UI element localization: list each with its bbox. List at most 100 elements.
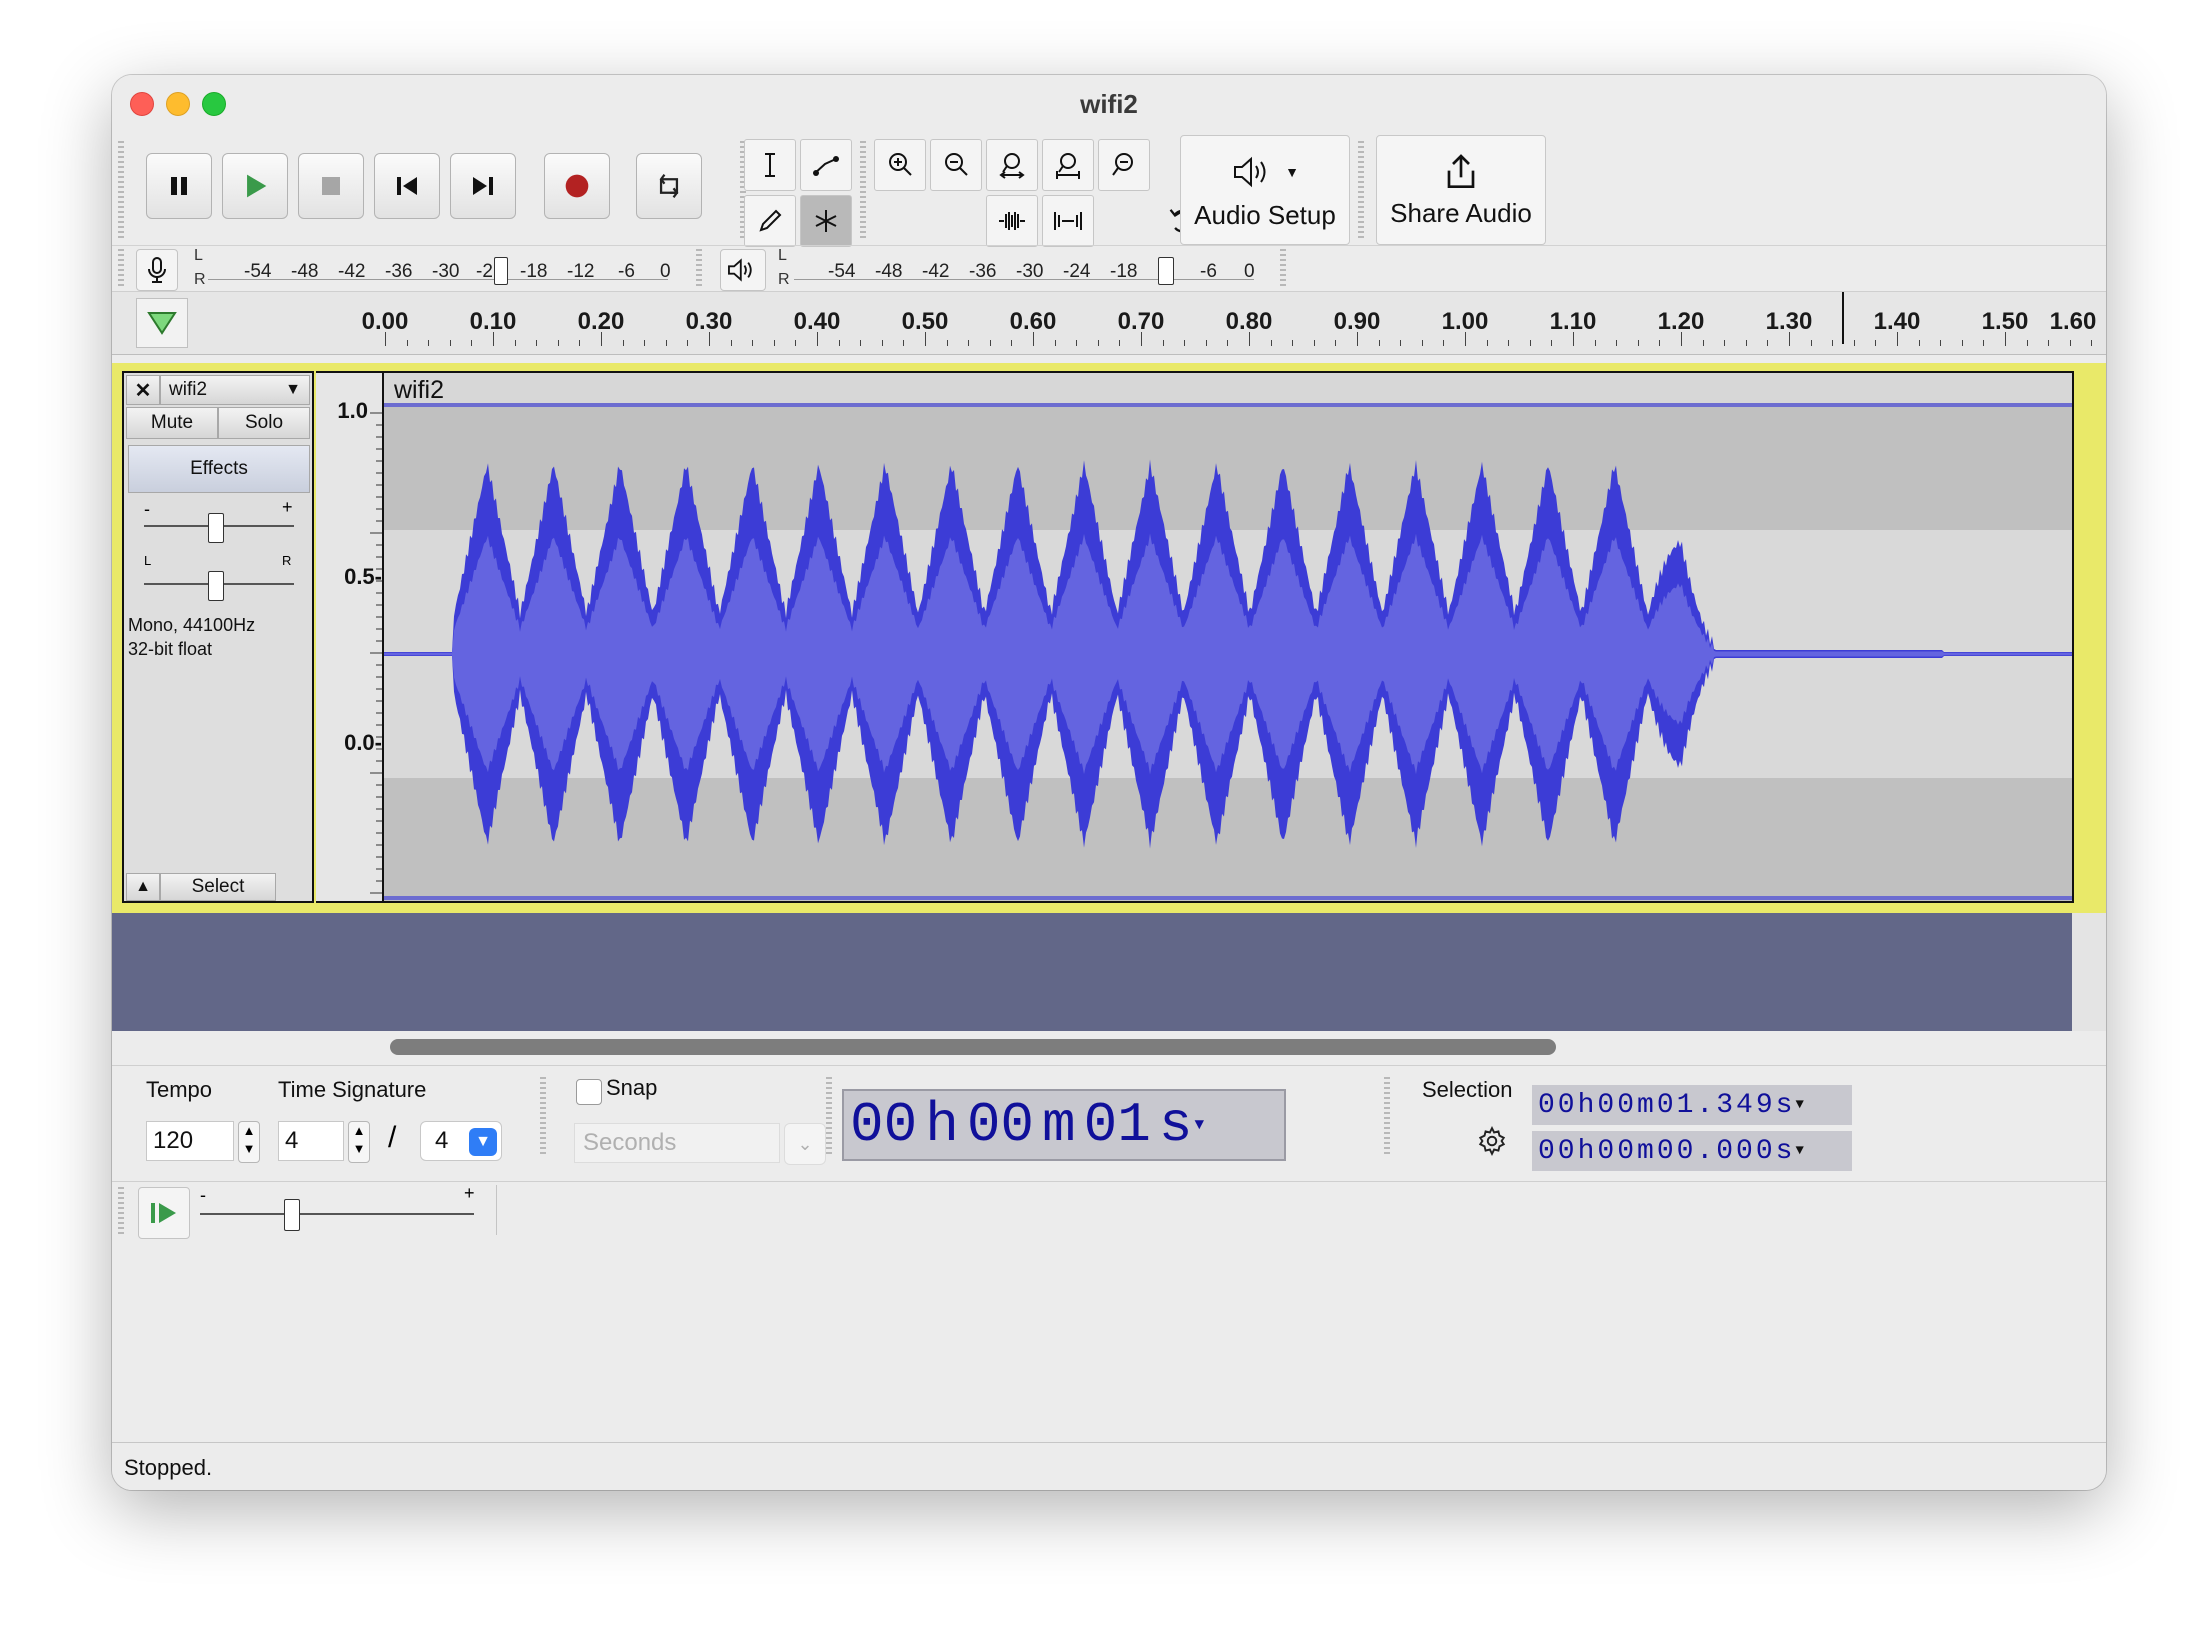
microphone-icon bbox=[148, 257, 166, 283]
collapse-track-button[interactable]: ▲ bbox=[126, 873, 160, 901]
track-menu-button[interactable]: wifi2 ▼ bbox=[160, 375, 310, 405]
play-speed-slider-thumb[interactable] bbox=[284, 1199, 300, 1231]
trim-outside-button[interactable] bbox=[986, 195, 1038, 247]
tempo-stepper[interactable]: ▲ ▼ bbox=[238, 1121, 260, 1163]
amplitude-label: 1.0 bbox=[337, 398, 368, 423]
ruler-tick bbox=[1659, 340, 1661, 346]
ruler-tick bbox=[557, 340, 559, 346]
play-button[interactable] bbox=[222, 153, 288, 219]
recording-level-slider[interactable] bbox=[494, 257, 508, 285]
timeline-options-button[interactable] bbox=[136, 298, 188, 348]
toolbar-grip[interactable] bbox=[860, 141, 866, 241]
horizontal-scrollbar-thumb[interactable] bbox=[390, 1039, 1556, 1055]
ruler-tick bbox=[1335, 340, 1337, 346]
clip-header[interactable]: wifi2 bbox=[384, 373, 2072, 407]
selection-end-time[interactable]: 00h00m00.000s ▼ bbox=[1532, 1131, 1852, 1171]
toolbar-grip[interactable] bbox=[1280, 249, 1286, 289]
mute-button[interactable]: Mute bbox=[126, 407, 218, 439]
select-track-button[interactable]: Select bbox=[160, 873, 276, 901]
selection-settings-button[interactable] bbox=[1472, 1121, 1512, 1161]
close-track-button[interactable]: ✕ bbox=[126, 375, 160, 405]
time-display[interactable]: 00 h 00 m 01 s ▼ bbox=[842, 1089, 1286, 1161]
pause-icon bbox=[171, 177, 187, 195]
selection-start-time[interactable]: 00h00m01.349s ▼ bbox=[1532, 1085, 1852, 1125]
toolbar-grip[interactable] bbox=[118, 249, 124, 289]
ruler-label: 1.60 bbox=[2049, 308, 2097, 335]
toolbar-grip[interactable] bbox=[1384, 1077, 1390, 1157]
numerator-stepper[interactable]: ▲ ▼ bbox=[348, 1121, 370, 1163]
ruler-tick bbox=[1378, 340, 1380, 346]
toolbar-grip[interactable] bbox=[826, 1077, 832, 1157]
meter-tick: -42 bbox=[922, 261, 950, 282]
meter-tick: -54 bbox=[828, 261, 856, 282]
divider bbox=[112, 1181, 2106, 1182]
stop-button[interactable] bbox=[298, 153, 364, 219]
chevron-down-icon: ⌄ bbox=[797, 1133, 813, 1154]
waveform[interactable] bbox=[384, 407, 2072, 901]
vertical-scrollbar[interactable] bbox=[2072, 913, 2106, 1031]
multi-tool-button[interactable] bbox=[800, 195, 852, 247]
chevron-down-icon: ▼ bbox=[1194, 1116, 1205, 1134]
toolbar-grip[interactable] bbox=[1358, 141, 1364, 241]
ruler-tick bbox=[536, 340, 538, 346]
envelope-tool-button[interactable] bbox=[800, 139, 852, 191]
zoom-in-button[interactable] bbox=[874, 139, 926, 191]
zoom-toggle-button[interactable] bbox=[1098, 139, 1150, 191]
record-button[interactable] bbox=[544, 153, 610, 219]
gain-slider-thumb[interactable] bbox=[208, 513, 224, 543]
ruler-tick bbox=[881, 340, 883, 346]
amplitude-label: 0.0- bbox=[344, 730, 382, 755]
snap-checkbox[interactable] bbox=[576, 1079, 602, 1105]
amplitude-label: 0.5- bbox=[344, 564, 382, 589]
loop-button[interactable] bbox=[636, 153, 702, 219]
playback-meter-button[interactable] bbox=[720, 249, 766, 291]
pan-slider-thumb[interactable] bbox=[208, 571, 224, 601]
zoom-out-button[interactable] bbox=[930, 139, 982, 191]
track-format-info: Mono, 44100Hz bbox=[128, 615, 256, 635]
audio-setup-button[interactable]: ▼ Audio Setup bbox=[1180, 135, 1350, 245]
toolbar-grip[interactable] bbox=[118, 141, 124, 241]
ruler-tick bbox=[1897, 332, 1898, 346]
pause-button[interactable] bbox=[146, 153, 212, 219]
play-icon bbox=[247, 174, 267, 198]
ruler-tick bbox=[1810, 340, 1812, 346]
multi-tool-icon bbox=[815, 210, 837, 232]
stepper-icon: ▲ ▼ bbox=[242, 1123, 256, 1156]
ruler-tick bbox=[773, 340, 775, 346]
play-speed-slider[interactable] bbox=[200, 1213, 474, 1215]
toolbar-grip[interactable] bbox=[118, 1187, 124, 1235]
skip-to-start-button[interactable] bbox=[374, 153, 440, 219]
effects-button[interactable]: Effects bbox=[128, 445, 310, 493]
tempo-input[interactable]: 120 bbox=[146, 1121, 234, 1161]
snap-unit-select[interactable]: Seconds bbox=[574, 1123, 780, 1163]
meter-tick: -18 bbox=[520, 261, 548, 282]
snap-unit-dropdown[interactable]: ⌄ bbox=[784, 1123, 826, 1165]
timeline-ruler[interactable]: 0.00 0.10 0.20 0.30 0.40 0.50 0.60 0.70 … bbox=[112, 291, 2106, 355]
play-at-speed-button[interactable] bbox=[138, 1187, 190, 1239]
empty-track-area[interactable] bbox=[112, 913, 2072, 1031]
meter-tick: -30 bbox=[1016, 261, 1044, 282]
audio-clip[interactable]: wifi2 bbox=[382, 371, 2074, 903]
ruler-tick bbox=[989, 340, 991, 346]
selection-tool-button[interactable] bbox=[744, 139, 796, 191]
ruler-tick bbox=[1421, 340, 1423, 346]
recording-meter-button[interactable] bbox=[136, 249, 178, 291]
zoom-toggle-icon bbox=[1112, 153, 1133, 176]
draw-tool-button[interactable] bbox=[744, 195, 796, 247]
time-signature-denominator[interactable]: 4 ▼ bbox=[420, 1121, 502, 1161]
ruler-tick bbox=[687, 340, 689, 346]
toolbar-grip[interactable] bbox=[540, 1077, 546, 1157]
status-bar: Stopped. bbox=[112, 1442, 2106, 1490]
speed-minus-label: - bbox=[200, 1185, 206, 1205]
skip-to-end-button[interactable] bbox=[450, 153, 516, 219]
skip-to-start-icon bbox=[397, 177, 417, 195]
fit-selection-button[interactable] bbox=[986, 139, 1038, 191]
playback-level-slider[interactable] bbox=[1158, 257, 1174, 285]
share-audio-button[interactable]: Share Audio bbox=[1376, 135, 1546, 245]
toolbar-grip[interactable] bbox=[696, 249, 702, 289]
solo-button[interactable]: Solo bbox=[218, 407, 310, 439]
ruler-tick bbox=[1443, 340, 1445, 346]
silence-selection-button[interactable] bbox=[1042, 195, 1094, 247]
time-signature-numerator[interactable]: 4 bbox=[278, 1121, 344, 1161]
fit-project-button[interactable] bbox=[1042, 139, 1094, 191]
